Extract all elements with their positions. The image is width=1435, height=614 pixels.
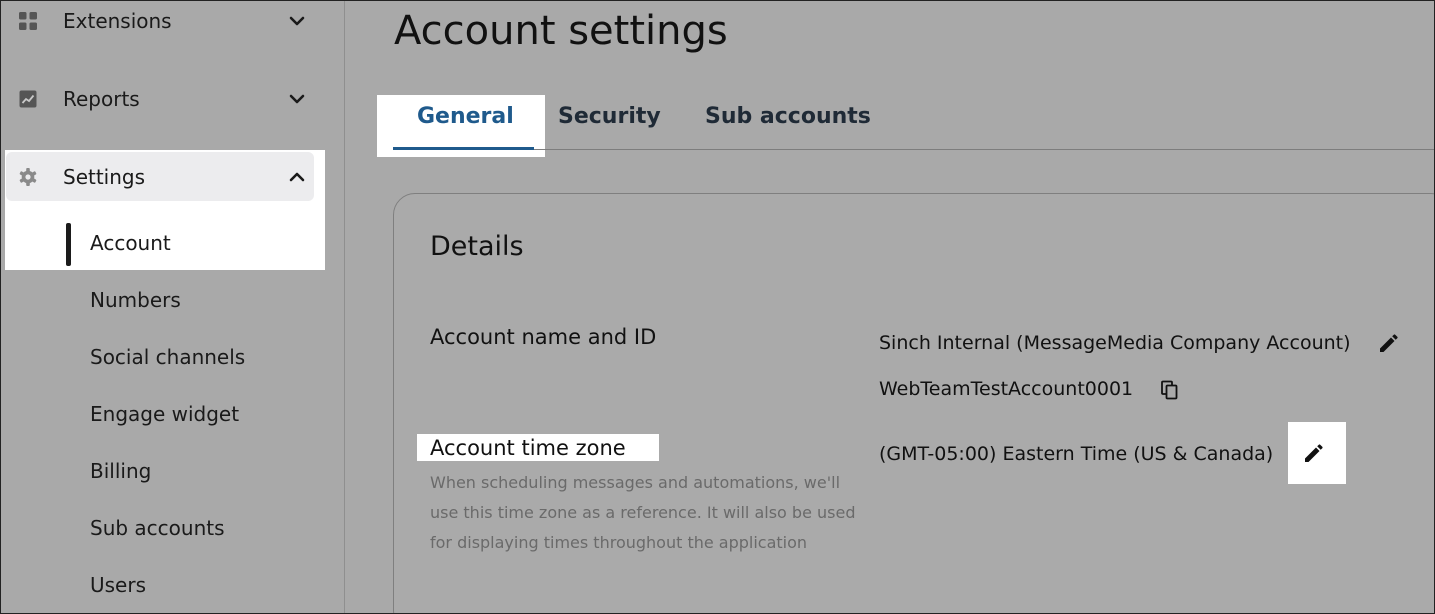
sidebar-item-label: Reports <box>63 87 140 111</box>
tab-sub-accounts[interactable]: Sub accounts <box>705 104 871 129</box>
copy-icon[interactable] <box>1160 380 1180 400</box>
account-name-label: Account name and ID <box>430 325 657 349</box>
details-title: Details <box>430 231 524 262</box>
page-title: Account settings <box>394 8 728 54</box>
chart-icon <box>19 90 37 108</box>
sidebar-subitem-social-channels[interactable]: Social channels <box>90 345 245 369</box>
grid-icon <box>19 12 37 30</box>
sidebar-subitem-engage-widget[interactable]: Engage widget <box>90 402 239 426</box>
sidebar-subitem-account[interactable]: Account <box>90 231 171 255</box>
tab-general[interactable]: General <box>417 104 514 129</box>
active-indicator <box>66 223 71 266</box>
account-name-value: Sinch Internal (MessageMedia Company Acc… <box>879 332 1351 354</box>
sidebar-item-extensions[interactable]: Extensions <box>4 0 314 46</box>
sidebar: Extensions Reports Settings Account Numb… <box>0 0 345 614</box>
chevron-up-icon[interactable] <box>286 166 308 188</box>
sidebar-item-label: Extensions <box>63 9 172 33</box>
sidebar-subitem-sub-accounts[interactable]: Sub accounts <box>90 516 225 540</box>
time-zone-value: (GMT-05:00) Eastern Time (US & Canada) <box>879 443 1274 465</box>
sidebar-item-label: Settings <box>63 165 146 189</box>
edit-icon[interactable] <box>1377 333 1399 355</box>
sidebar-item-reports[interactable]: Reports <box>4 74 314 124</box>
sidebar-subitem-numbers[interactable]: Numbers <box>90 288 181 312</box>
chevron-down-icon[interactable] <box>286 88 308 110</box>
chevron-down-icon[interactable] <box>286 10 308 32</box>
tabs-divider <box>393 149 1435 150</box>
account-id-value: WebTeamTestAccount0001 <box>879 378 1134 400</box>
tab-active-underline <box>393 147 534 150</box>
sidebar-subitem-users[interactable]: Users <box>90 573 146 597</box>
sidebar-subitem-billing[interactable]: Billing <box>90 459 151 483</box>
time-zone-help-text: When scheduling messages and automations… <box>430 473 856 552</box>
time-zone-label: Account time zone <box>430 436 626 460</box>
sidebar-item-settings[interactable]: Settings <box>4 152 314 202</box>
tab-security[interactable]: Security <box>558 104 661 129</box>
gear-icon <box>19 168 37 186</box>
edit-time-zone-icon[interactable] <box>1302 443 1324 465</box>
